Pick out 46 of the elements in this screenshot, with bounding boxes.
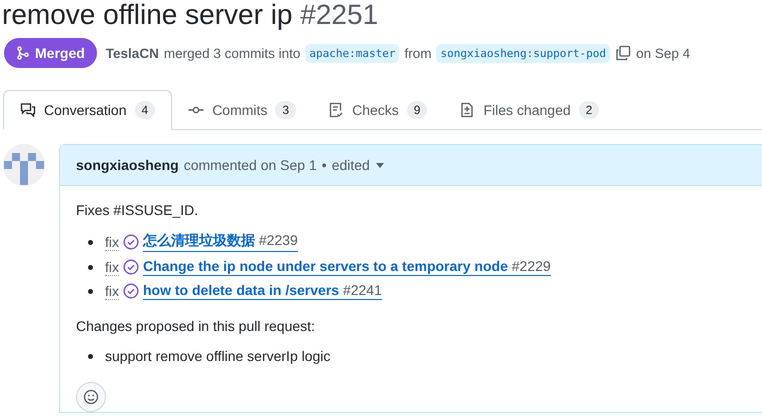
status-badge: Merged: [4, 38, 97, 68]
fix-label: fix: [105, 234, 119, 250]
edited-dropdown[interactable]: edited: [332, 157, 384, 173]
check-circle-icon: [123, 234, 139, 250]
caret-icon: [376, 162, 384, 168]
comment-date: commented on Sep 1: [184, 157, 317, 173]
from-text: from: [404, 46, 432, 60]
issue-link[interactable]: Change the ip node under servers to a temporary node #2229: [143, 258, 551, 276]
pr-number: #2251: [300, 0, 378, 30]
checklist-icon: [328, 102, 344, 118]
reaction-button[interactable]: [76, 382, 106, 412]
check-circle-icon: [123, 259, 139, 275]
merge-date: on Sep 4: [636, 46, 690, 60]
branch-label[interactable]: songxiaosheng:support-pod: [436, 44, 610, 62]
count-badge: 4: [134, 101, 156, 119]
merge-icon: [16, 46, 30, 60]
tab[interactable]: Commits 3: [172, 90, 312, 130]
bullet-icon: [88, 240, 93, 244]
avatar-placeholder: [3, 144, 45, 186]
bullet-icon: [88, 264, 93, 270]
comment-author[interactable]: songxiaosheng: [76, 157, 179, 173]
issue-link[interactable]: 怎么清理垃圾数据 #2239: [143, 232, 298, 252]
count-badge: 3: [275, 100, 296, 118]
count-badge: 9: [406, 100, 428, 118]
list-item-text: support remove offline serverIp logic: [105, 348, 330, 364]
tab[interactable]: Conversation 4: [3, 90, 172, 130]
count-badge: 2: [578, 100, 600, 118]
check-circle-icon: [123, 283, 139, 299]
copy-icon[interactable]: [615, 45, 632, 61]
comment-text: Fixes #ISSUSE_ID.: [76, 202, 200, 218]
speech-bubbles-icon: [20, 102, 36, 118]
tab[interactable]: Checks 9: [312, 90, 444, 130]
issue-link[interactable]: how to delete data in /servers #2241: [143, 282, 382, 300]
bullet-icon: [88, 354, 93, 358]
tab[interactable]: Files changed 2: [443, 90, 616, 130]
branch-label[interactable]: apache:master: [305, 44, 400, 62]
smiley-icon: [83, 389, 99, 405]
separator-dot: •: [322, 157, 327, 173]
fix-label: fix: [105, 282, 119, 300]
author-link[interactable]: TeslaCN: [106, 46, 159, 60]
bullet-icon: [88, 288, 93, 294]
pr-title: remove offline server ip: [2, 0, 292, 30]
fix-label: fix: [105, 258, 119, 276]
comment-text: Changes proposed in this pull request:: [76, 318, 316, 334]
file-diff-icon: [459, 102, 476, 118]
merge-text: merged 3 commits into: [164, 46, 300, 60]
